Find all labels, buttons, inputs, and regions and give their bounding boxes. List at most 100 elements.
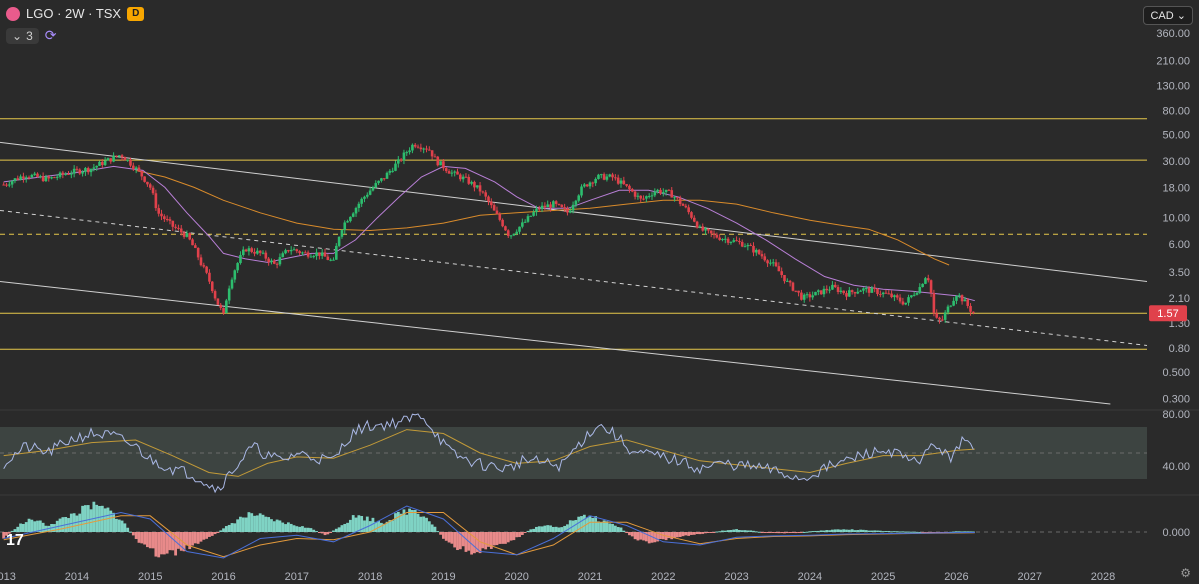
candle-body: [5, 184, 8, 186]
candle-body: [771, 262, 775, 264]
candle-body: [752, 245, 755, 253]
macd-histogram-bar: [337, 527, 341, 532]
currency-select[interactable]: CAD ⌄: [1143, 6, 1193, 25]
candle-body: [185, 233, 189, 237]
refresh-icon[interactable]: ⟳: [45, 27, 57, 44]
candle-body: [312, 256, 316, 258]
candle-body: [867, 288, 871, 293]
candle-body: [966, 299, 970, 306]
candle-body: [599, 174, 603, 176]
macd-histogram-bar: [862, 529, 865, 532]
macd-histogram-bar: [208, 532, 211, 537]
macd-histogram-bar: [199, 532, 203, 542]
candle-body: [749, 244, 752, 246]
candle-body: [588, 182, 592, 187]
macd-histogram-bar: [236, 519, 240, 532]
symbol-header[interactable]: LGO · 2W · TSX D: [6, 6, 145, 21]
candle-body: [921, 283, 924, 288]
candle-body: [168, 219, 172, 221]
candle-body: [459, 174, 462, 180]
macd-histogram-bar: [498, 532, 502, 544]
macd-histogram-bar: [780, 532, 784, 534]
indicator-count-button[interactable]: ⌄ 3: [6, 27, 39, 44]
candle-body: [27, 177, 31, 179]
macd-histogram-bar: [81, 505, 84, 532]
candle-body: [22, 176, 25, 179]
macd-histogram-bar: [859, 529, 863, 532]
candle-body: [695, 221, 699, 228]
candle-body: [707, 228, 710, 231]
candle-body: [58, 172, 62, 177]
candle-body: [439, 161, 442, 166]
candle-body: [244, 249, 248, 252]
candle-body: [47, 176, 51, 179]
macd-histogram-bar: [109, 510, 113, 532]
macd-histogram-bar: [439, 532, 442, 535]
candle-body: [103, 160, 107, 166]
macd-histogram-bar: [106, 507, 110, 532]
candle-body: [256, 250, 259, 254]
candle-body: [828, 289, 831, 291]
time-tick-label-0: 2013: [0, 571, 16, 583]
candle-body: [315, 252, 318, 257]
candle-body: [428, 149, 431, 151]
candle-body: [413, 144, 417, 147]
macd-histogram-bar: [763, 532, 767, 533]
candle-body: [349, 216, 352, 222]
candle-body: [630, 189, 634, 192]
candle-body: [802, 294, 806, 300]
candle-body: [264, 252, 268, 259]
macd-histogram-bar: [768, 532, 772, 534]
candle-body: [205, 266, 208, 273]
candle-body: [433, 156, 437, 158]
candle-body: [664, 189, 668, 193]
time-tick-label-11: 2024: [798, 571, 822, 583]
candle-body: [64, 173, 67, 175]
macd-histogram-bar: [292, 525, 296, 532]
settings-gear-icon[interactable]: ⚙: [1180, 566, 1191, 580]
macd-histogram-bar: [253, 515, 256, 532]
candle-body: [177, 227, 180, 229]
candle-body: [61, 172, 65, 175]
macd-histogram-bar: [131, 532, 135, 536]
candle-body: [117, 155, 121, 157]
macd-histogram-bar: [523, 532, 527, 533]
candle-body: [769, 262, 772, 264]
candle-body: [346, 221, 349, 223]
currency-label: CAD: [1150, 10, 1174, 22]
macd-histogram-bar: [123, 523, 127, 532]
macd-histogram-bar: [309, 528, 313, 532]
macd-histogram-bar: [411, 510, 414, 532]
macd-histogram-bar: [464, 532, 468, 552]
macd-histogram-bar: [752, 530, 755, 532]
candle-body: [910, 295, 913, 298]
macd-histogram-bar: [298, 526, 302, 532]
candle-body: [143, 176, 146, 182]
candle-body: [309, 256, 313, 258]
candle-body: [755, 249, 758, 253]
macd-histogram-bar: [619, 527, 623, 532]
time-tick-label-15: 2028: [1091, 571, 1115, 583]
candle-body: [323, 252, 327, 257]
symbol-title[interactable]: LGO · 2W · TSX: [26, 6, 121, 21]
candle-body: [475, 185, 479, 188]
macd-histogram-bar: [98, 505, 101, 532]
candle-body: [935, 313, 939, 318]
candle-body: [492, 205, 496, 211]
candle-body: [233, 270, 237, 280]
macd-histogram-bar: [117, 519, 121, 532]
candle-body: [473, 181, 476, 188]
candle-body: [8, 184, 11, 186]
chart-canvas[interactable]: 360.00 210.00 130.00 80.00 50.00 30.00 18.00 10…: [0, 0, 1199, 584]
candle-body: [521, 222, 524, 227]
candle-body: [881, 292, 885, 295]
macd-histogram-bar: [419, 516, 423, 532]
candle-body: [721, 239, 724, 241]
candle-body: [687, 207, 690, 213]
macd-histogram-bar: [774, 532, 778, 534]
candle-body: [774, 262, 778, 267]
macd-histogram-bar: [912, 531, 916, 533]
macd-histogram-bar: [540, 526, 544, 532]
macd-histogram-bar: [2, 532, 6, 539]
macd-histogram-bar: [396, 511, 400, 532]
